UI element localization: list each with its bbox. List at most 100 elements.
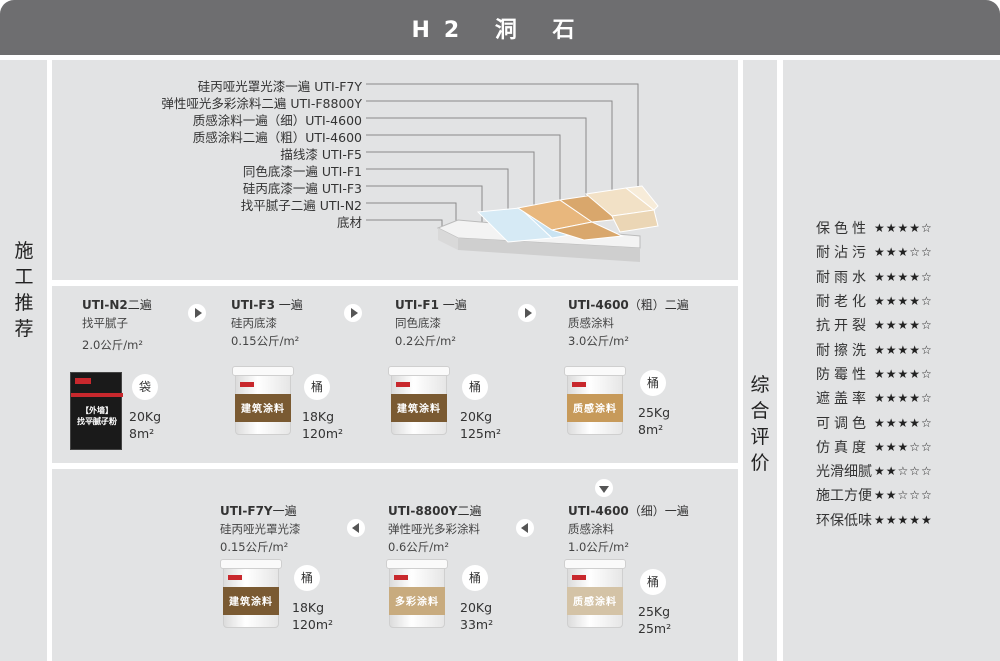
product-name: 质感涂料 <box>568 316 614 330</box>
package-label: 建筑涂料 <box>241 404 285 415</box>
construction-label-panel: 施工推荐 <box>0 60 47 661</box>
rating-stars: ★★★★☆ <box>874 221 933 236</box>
product-coats: 二遍 <box>127 298 152 312</box>
product-coats: （粗）二遍 <box>628 298 689 312</box>
paint-bucket-image: 建筑涂料 <box>388 366 450 436</box>
product-coats: 一遍 <box>274 298 303 312</box>
product-spec: 20Kg 125m² <box>460 408 501 442</box>
package-tag: 【外墙】 <box>81 406 113 415</box>
package-label: 建筑涂料 <box>229 597 273 608</box>
rating-item: 保色性 ★★★★☆ <box>816 216 933 240</box>
rating-stars: ★★★★★ <box>874 512 933 527</box>
page-title: H2 洞 石 <box>411 17 589 43</box>
arrow-right-icon <box>188 304 206 322</box>
product-coverage: 8m² <box>129 426 155 441</box>
rating-name: 耐老化 <box>816 294 870 311</box>
rating-name: 光滑细腻 <box>816 464 872 481</box>
product-usage: 0.6公斤/m² <box>388 540 449 554</box>
product-spec: 18Kg 120m² <box>292 599 333 633</box>
rating-item: 可调色 ★★★★☆ <box>816 410 933 434</box>
arrow-left-icon <box>347 519 365 537</box>
product-coats: 一遍 <box>272 504 297 518</box>
rating-stars: ★★★★☆ <box>874 415 933 430</box>
layer-diagram-panel: 硅丙哑光罩光漆一遍 UTI-F7Y 弹性哑光多彩涂料二遍 UTI-F8800Y … <box>52 60 738 280</box>
product-coverage: 120m² <box>302 426 344 441</box>
container-badge: 桶 <box>462 565 488 591</box>
product-info-uti-n2: UTI-N2二遍 找平腻子 2.0公斤/m² <box>82 296 152 353</box>
brand-logo <box>572 575 586 580</box>
paint-bucket-image: 建筑涂料 <box>220 559 282 629</box>
product-weight: 18Kg <box>292 600 325 615</box>
rating-stars: ★★★★☆ <box>874 391 933 406</box>
product-spec: 25Kg 25m² <box>638 603 671 637</box>
rating-item: 耐沾污 ★★★☆☆ <box>816 240 933 264</box>
rating-name: 遮盖率 <box>816 391 870 408</box>
package-label: 质感涂料 <box>573 597 617 608</box>
product-spec: 25Kg 8m² <box>638 404 670 438</box>
brand-logo <box>228 575 242 580</box>
rating-stars: ★★★★☆ <box>874 366 933 381</box>
product-info-uti-4600-coarse: UTI-4600（粗）二遍 质感涂料 3.0公斤/m² <box>568 296 689 349</box>
process-row-2: UTI-F7Y一遍 硅丙哑光罩光漆 0.15公斤/m² 建筑涂料 桶 18Kg … <box>52 469 738 661</box>
product-weight: 20Kg <box>460 600 493 615</box>
rating-stars: ★★☆☆☆ <box>874 488 933 503</box>
product-weight: 25Kg <box>638 604 671 619</box>
product-name: 硅丙哑光罩光漆 <box>220 522 301 536</box>
rating-stars: ★★★★☆ <box>874 269 933 284</box>
container-badge: 桶 <box>640 569 666 595</box>
product-info-uti-f1: UTI-F1 一遍 同色底漆 0.2公斤/m² <box>395 296 467 349</box>
container-badge: 桶 <box>640 370 666 396</box>
rating-item: 施工方便 ★★☆☆☆ <box>816 483 933 507</box>
product-coverage: 25m² <box>638 621 672 636</box>
rating-name: 可调色 <box>816 415 870 432</box>
package-label: 多彩涂料 <box>395 597 439 608</box>
product-weight: 20Kg <box>460 409 493 424</box>
construction-recommend-label: 施工推荐 <box>14 240 34 340</box>
rating-name: 保色性 <box>816 221 870 238</box>
rating-stars: ★★☆☆☆ <box>874 464 933 479</box>
product-code: UTI-4600 <box>568 504 629 518</box>
layer-stack-illustration <box>366 83 659 262</box>
rating-stars: ★★★☆☆ <box>874 245 933 260</box>
title-bar: H2 洞 石 <box>0 0 1000 55</box>
product-coverage: 33m² <box>460 617 494 632</box>
product-weight: 18Kg <box>302 409 335 424</box>
product-spec: 18Kg 120m² <box>302 408 343 442</box>
product-coverage: 120m² <box>292 617 334 632</box>
product-spec: 20Kg 8m² <box>129 408 161 442</box>
product-code: UTI-4600 <box>568 298 629 312</box>
rating-name: 防霉性 <box>816 366 870 383</box>
rating-name: 耐沾污 <box>816 245 870 262</box>
rating-item: 仿真度 ★★★☆☆ <box>816 435 933 459</box>
package-label: 建筑涂料 <box>397 404 441 415</box>
rating-stars: ★★★★☆ <box>874 318 933 333</box>
product-usage: 0.15公斤/m² <box>220 540 289 554</box>
rating-item: 遮盖率 ★★★★☆ <box>816 386 933 410</box>
product-coats: 一遍 <box>438 298 467 312</box>
evaluation-label-panel: 综合评价 <box>743 60 777 661</box>
arrow-right-icon <box>344 304 362 322</box>
rating-item: 抗开裂 ★★★★☆ <box>816 313 933 337</box>
rating-name: 抗开裂 <box>816 318 870 335</box>
product-info-uti-f7y: UTI-F7Y一遍 硅丙哑光罩光漆 0.15公斤/m² <box>220 502 301 555</box>
brand-logo <box>396 382 410 387</box>
product-code: UTI-F1 <box>395 298 439 312</box>
package-code: UTI-N2 <box>86 419 108 426</box>
paint-bucket-image: 质感涂料 <box>564 366 626 436</box>
product-spec: 20Kg 33m² <box>460 599 493 633</box>
process-row-1: UTI-N2二遍 找平腻子 2.0公斤/m² 【外墙】 找平腻子粉 UTI-N2 … <box>52 286 738 463</box>
product-info-uti-f3: UTI-F3 一遍 硅丙底漆 0.15公斤/m² <box>231 296 303 349</box>
paint-bucket-image: 建筑涂料 <box>232 366 294 436</box>
product-coverage: 125m² <box>460 426 502 441</box>
brand-logo <box>572 382 586 387</box>
arrow-right-icon <box>518 304 536 322</box>
product-coverage: 8m² <box>638 422 664 437</box>
overall-evaluation-label: 综合评价 <box>750 374 770 474</box>
rating-stars: ★★★★☆ <box>874 342 933 357</box>
container-badge: 桶 <box>304 374 330 400</box>
product-weight: 20Kg <box>129 409 162 424</box>
product-weight: 25Kg <box>638 405 671 420</box>
product-name: 找平腻子 <box>82 316 128 330</box>
arrow-down-icon <box>595 479 613 497</box>
container-badge: 桶 <box>462 374 488 400</box>
